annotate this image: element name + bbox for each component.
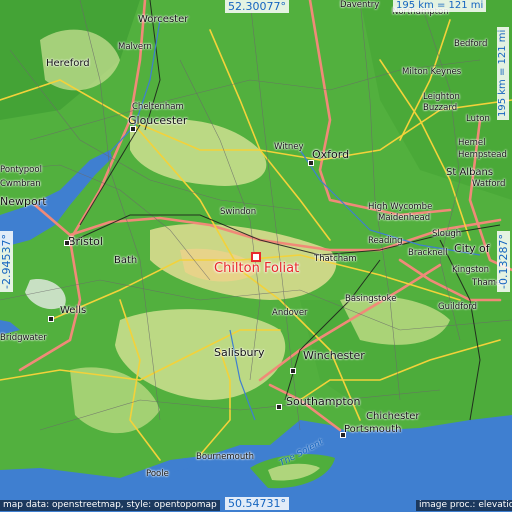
place-label: Cheltenham [132,102,184,112]
place-label: Milton Keynes [402,67,462,77]
map-credit: map data: openstreetmap, style: opentopo… [0,500,220,511]
place-label: Guildford [438,302,478,312]
place-label: Newport [0,195,47,208]
town-marker [340,432,346,438]
place-label: Winchester [303,349,365,362]
place-label: Chichester [366,411,420,422]
town-marker [308,160,314,166]
place-label: Cwmbran [0,179,41,189]
place-label: Swindon [220,207,257,217]
longitude-right-label: -0.13287° [497,231,510,292]
place-label: Leighton [423,92,460,102]
image-credit: image proc.: elevation.city [416,500,512,511]
place-label: Bath [114,255,138,266]
place-label: Wells [60,305,87,316]
latitude-bottom-label: 50.54731° [225,497,289,510]
place-label: Witney [274,142,304,152]
place-label: Bridgwater [0,333,47,343]
place-label: Buzzard [423,103,458,113]
scale-bar-vertical: 195 km = 121 mi [497,26,509,120]
place-label: Salisbury [214,346,265,359]
town-marker [48,316,54,322]
latitude-top-label: 52.30077° [225,0,289,13]
place-label: Bristol [68,235,103,248]
place-label: Watford [472,179,506,189]
place-label: Oxford [312,148,350,161]
place-label: Maidenhead [378,213,431,223]
place-label: Hereford [46,58,90,69]
place-label: Pontypool [0,165,42,175]
place-label: Worcester [138,14,189,25]
place-label: Southampton [286,395,361,408]
place-label: High Wycombe [368,202,433,212]
place-label: Basingstoke [345,294,397,304]
scale-bar-horizontal: 195 km = 121 mi [393,0,487,12]
place-label: Hempstead [458,150,507,160]
town-marker [130,126,136,132]
longitude-left-label: -2.94537° [0,231,13,292]
place-label: Bedford [454,39,488,49]
place-label: Luton [466,114,490,124]
place-label: Daventry [340,0,380,10]
town-marker [276,404,282,410]
place-label: City of [454,242,490,255]
place-label: Hemel [458,138,486,148]
place-label: Reading [368,236,403,246]
place-label: Poole [146,469,169,479]
target-location-label: Chilton Foliat [214,261,300,276]
town-marker [290,368,296,374]
place-label: Andover [272,308,308,318]
place-label: Thatcham [314,254,357,264]
place-label: Bracknell [408,248,448,258]
place-label: Slough [432,229,462,239]
place-label: Gloucester [128,114,188,127]
place-label: Bournemouth [196,452,254,462]
place-label: Malvern [118,42,152,52]
town-marker [64,240,70,246]
topographic-map[interactable]: Worcester Daventry Northampton Malvern B… [0,0,512,512]
place-label: Kingston [452,265,490,275]
place-label: St Albans [446,167,494,178]
place-label: Portsmouth [344,424,402,435]
